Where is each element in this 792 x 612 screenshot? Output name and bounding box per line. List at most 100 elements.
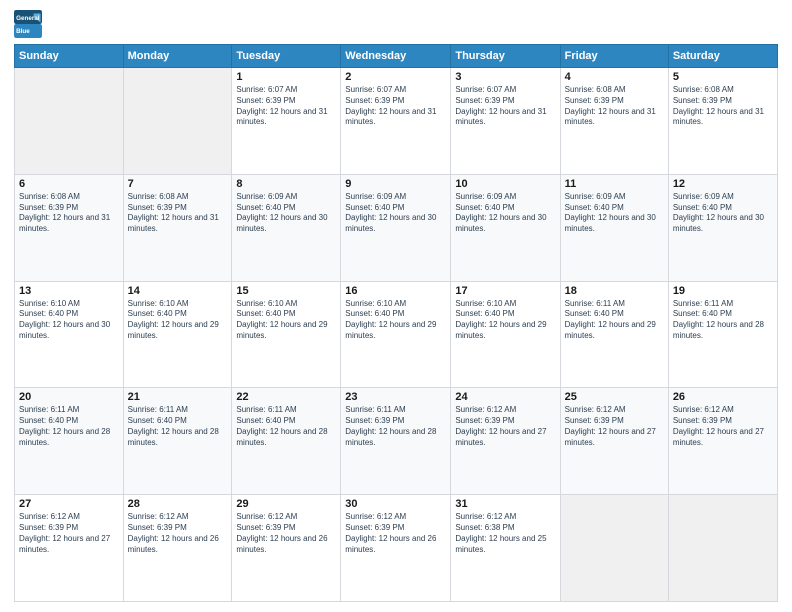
day-number: 12 [673, 178, 773, 190]
day-number: 14 [128, 285, 228, 297]
day-number: 22 [236, 391, 336, 403]
day-info: Sunrise: 6:10 AM Sunset: 6:40 PM Dayligh… [128, 299, 228, 342]
day-number: 27 [19, 498, 119, 510]
calendar-cell: 7 Sunrise: 6:08 AM Sunset: 6:39 PM Daylig… [123, 174, 232, 281]
calendar-cell [15, 68, 124, 175]
day-info: Sunrise: 6:08 AM Sunset: 6:39 PM Dayligh… [673, 85, 773, 128]
calendar-cell [560, 495, 668, 602]
calendar-week-5: 27 Sunrise: 6:12 AM Sunset: 6:39 PM Dayli… [15, 495, 778, 602]
day-number: 10 [455, 178, 555, 190]
calendar-cell: 1 Sunrise: 6:07 AM Sunset: 6:39 PM Daylig… [232, 68, 341, 175]
calendar-cell: 22Sunrise: 6:11 AM Sunset: 6:40 PM Dayli… [232, 388, 341, 495]
day-info: Sunrise: 6:10 AM Sunset: 6:40 PM Dayligh… [19, 299, 119, 342]
svg-text:General: General [16, 15, 40, 22]
day-number: 29 [236, 498, 336, 510]
day-info: Sunrise: 6:09 AM Sunset: 6:40 PM Dayligh… [345, 192, 446, 235]
calendar-cell [123, 68, 232, 175]
day-info: Sunrise: 6:08 AM Sunset: 6:39 PM Dayligh… [565, 85, 664, 128]
calendar-cell: 29 Sunrise: 6:12 AM Sunset: 6:39 PM Dayli… [232, 495, 341, 602]
day-number: 16 [345, 285, 446, 297]
day-number: 24 [455, 391, 555, 403]
day-info: Sunrise: 6:10 AM Sunset: 6:40 PM Dayligh… [455, 299, 555, 342]
calendar-cell [668, 495, 777, 602]
day-info: Sunrise: 6:12 AM Sunset: 6:39 PM Dayligh… [236, 512, 336, 555]
day-info: Sunrise: 6:12 AM Sunset: 6:39 PM Dayligh… [345, 512, 446, 555]
day-info: Sunrise: 6:09 AM Sunset: 6:40 PM Dayligh… [565, 192, 664, 235]
day-number: 19 [673, 285, 773, 297]
calendar-cell: 3Sunrise: 6:07 AM Sunset: 6:39 PM Daylig… [451, 68, 560, 175]
calendar-cell: 31 Sunrise: 6:12 AM Sunset: 6:38 PM Dayli… [451, 495, 560, 602]
day-number: 20 [19, 391, 119, 403]
day-info: Sunrise: 6:07 AM Sunset: 6:39 PM Dayligh… [455, 85, 555, 128]
day-number: 4 [565, 71, 664, 83]
weekday-header-tuesday: Tuesday [232, 45, 341, 68]
day-number: 9 [345, 178, 446, 190]
day-info: Sunrise: 6:12 AM Sunset: 6:39 PM Dayligh… [565, 405, 664, 448]
calendar-cell: 11 Sunrise: 6:09 AM Sunset: 6:40 PM Dayli… [560, 174, 668, 281]
day-info: Sunrise: 6:09 AM Sunset: 6:40 PM Dayligh… [455, 192, 555, 235]
day-number: 8 [236, 178, 336, 190]
calendar-cell: 13 Sunrise: 6:10 AM Sunset: 6:40 PM Dayli… [15, 281, 124, 388]
calendar-cell: 26Sunrise: 6:12 AM Sunset: 6:39 PM Dayli… [668, 388, 777, 495]
calendar-cell: 12 Sunrise: 6:09 AM Sunset: 6:40 PM Dayli… [668, 174, 777, 281]
day-info: Sunrise: 6:09 AM Sunset: 6:40 PM Dayligh… [673, 192, 773, 235]
calendar-cell: 25 Sunrise: 6:12 AM Sunset: 6:39 PM Dayli… [560, 388, 668, 495]
page: General Blue SundayMondayTuesdayWednesda… [0, 0, 792, 612]
calendar-cell: 8 Sunrise: 6:09 AM Sunset: 6:40 PM Daylig… [232, 174, 341, 281]
day-number: 21 [128, 391, 228, 403]
calendar-table: SundayMondayTuesdayWednesdayThursdayFrid… [14, 44, 778, 602]
day-number: 25 [565, 391, 664, 403]
calendar-cell: 28Sunrise: 6:12 AM Sunset: 6:39 PM Dayli… [123, 495, 232, 602]
day-number: 13 [19, 285, 119, 297]
calendar-cell: 15Sunrise: 6:10 AM Sunset: 6:40 PM Dayli… [232, 281, 341, 388]
day-info: Sunrise: 6:11 AM Sunset: 6:40 PM Dayligh… [565, 299, 664, 342]
weekday-header-thursday: Thursday [451, 45, 560, 68]
day-number: 2 [345, 71, 446, 83]
calendar-cell: 16Sunrise: 6:10 AM Sunset: 6:40 PM Dayli… [341, 281, 451, 388]
calendar-week-3: 13 Sunrise: 6:10 AM Sunset: 6:40 PM Dayli… [15, 281, 778, 388]
day-info: Sunrise: 6:08 AM Sunset: 6:39 PM Dayligh… [19, 192, 119, 235]
calendar-cell: 10 Sunrise: 6:09 AM Sunset: 6:40 PM Dayli… [451, 174, 560, 281]
day-number: 1 [236, 71, 336, 83]
weekday-header-monday: Monday [123, 45, 232, 68]
day-number: 30 [345, 498, 446, 510]
calendar-cell: 24Sunrise: 6:12 AM Sunset: 6:39 PM Dayli… [451, 388, 560, 495]
calendar-cell: 6 Sunrise: 6:08 AM Sunset: 6:39 PM Daylig… [15, 174, 124, 281]
calendar-cell: 21Sunrise: 6:11 AM Sunset: 6:40 PM Dayli… [123, 388, 232, 495]
day-info: Sunrise: 6:11 AM Sunset: 6:40 PM Dayligh… [673, 299, 773, 342]
calendar-cell: 14 Sunrise: 6:10 AM Sunset: 6:40 PM Dayli… [123, 281, 232, 388]
day-number: 6 [19, 178, 119, 190]
day-info: Sunrise: 6:07 AM Sunset: 6:39 PM Dayligh… [236, 85, 336, 128]
day-info: Sunrise: 6:12 AM Sunset: 6:38 PM Dayligh… [455, 512, 555, 555]
day-info: Sunrise: 6:11 AM Sunset: 6:39 PM Dayligh… [345, 405, 446, 448]
svg-text:Blue: Blue [16, 28, 30, 35]
calendar-week-1: 1 Sunrise: 6:07 AM Sunset: 6:39 PM Daylig… [15, 68, 778, 175]
calendar-week-2: 6 Sunrise: 6:08 AM Sunset: 6:39 PM Daylig… [15, 174, 778, 281]
weekday-header-saturday: Saturday [668, 45, 777, 68]
day-info: Sunrise: 6:08 AM Sunset: 6:39 PM Dayligh… [128, 192, 228, 235]
day-number: 17 [455, 285, 555, 297]
day-number: 5 [673, 71, 773, 83]
day-info: Sunrise: 6:09 AM Sunset: 6:40 PM Dayligh… [236, 192, 336, 235]
day-number: 15 [236, 285, 336, 297]
day-info: Sunrise: 6:12 AM Sunset: 6:39 PM Dayligh… [673, 405, 773, 448]
calendar-cell: 17 Sunrise: 6:10 AM Sunset: 6:40 PM Dayli… [451, 281, 560, 388]
day-info: Sunrise: 6:11 AM Sunset: 6:40 PM Dayligh… [19, 405, 119, 448]
calendar-cell: 18 Sunrise: 6:11 AM Sunset: 6:40 PM Dayli… [560, 281, 668, 388]
calendar-cell: 4 Sunrise: 6:08 AM Sunset: 6:39 PM Daylig… [560, 68, 668, 175]
day-number: 11 [565, 178, 664, 190]
logo-icon: General Blue [14, 10, 42, 38]
day-number: 18 [565, 285, 664, 297]
day-info: Sunrise: 6:12 AM Sunset: 6:39 PM Dayligh… [19, 512, 119, 555]
calendar-cell: 2Sunrise: 6:07 AM Sunset: 6:39 PM Daylig… [341, 68, 451, 175]
logo: General Blue [14, 10, 42, 38]
calendar-cell: 27 Sunrise: 6:12 AM Sunset: 6:39 PM Dayli… [15, 495, 124, 602]
day-number: 31 [455, 498, 555, 510]
weekday-header-wednesday: Wednesday [341, 45, 451, 68]
calendar-header-row: SundayMondayTuesdayWednesdayThursdayFrid… [15, 45, 778, 68]
calendar-cell: 5 Sunrise: 6:08 AM Sunset: 6:39 PM Daylig… [668, 68, 777, 175]
calendar-cell: 30 Sunrise: 6:12 AM Sunset: 6:39 PM Dayli… [341, 495, 451, 602]
weekday-header-friday: Friday [560, 45, 668, 68]
day-number: 7 [128, 178, 228, 190]
calendar-week-4: 20 Sunrise: 6:11 AM Sunset: 6:40 PM Dayli… [15, 388, 778, 495]
